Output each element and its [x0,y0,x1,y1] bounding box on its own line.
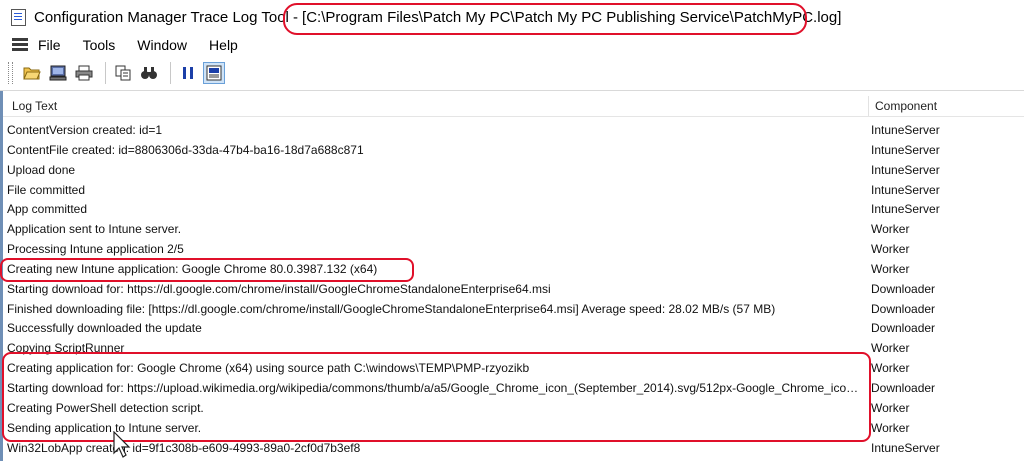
mouse-cursor-icon [113,431,131,458]
toolbar-separator [105,62,106,84]
log-row[interactable]: File committed IntuneServer [3,180,1024,200]
log-component: Downloader [871,281,936,296]
log-component: Downloader [871,380,936,395]
print-icon [75,65,93,81]
column-divider[interactable] [868,96,869,116]
log-file-icon [10,9,26,26]
column-header-component[interactable]: Component [875,99,937,113]
log-component: IntuneServer [871,182,940,197]
find-icon [141,67,157,79]
log-text: App committed [7,202,88,217]
open-button[interactable] [21,62,43,84]
open-server-button[interactable] [47,62,69,84]
log-component: IntuneServer [871,162,940,177]
log-row[interactable]: Successfully downloaded the update Downlo… [3,318,1024,338]
system-menu-icon[interactable] [12,38,28,52]
menu-help[interactable]: Help [207,37,240,53]
log-component: IntuneServer [871,202,940,217]
log-component: Worker [871,261,910,276]
log-text: ContentVersion created: id=1 [7,123,163,137]
open-icon [23,67,41,80]
log-text: Processing Intune application 2/5 [7,242,184,257]
pause-icon [183,67,193,79]
log-text: Application sent to Intune server. [7,222,182,237]
log-component: Worker [871,222,910,237]
details-pane-icon [206,65,222,81]
log-row[interactable]: Processing Intune application 2/5 Worker [3,239,1024,259]
log-component: Worker [871,420,910,435]
annotation-highlight-title [283,3,807,35]
menu-tools[interactable]: Tools [81,37,118,53]
annotation-highlight-block [2,352,871,442]
log-component: Worker [871,400,910,415]
menu-bar: File Tools Window Help [0,34,1024,56]
log-row[interactable]: Application sent to Intune server. Worker [3,219,1024,239]
log-text: Successfully downloaded the update [7,321,202,336]
copy-icon [115,65,131,81]
log-text: File committed [7,182,86,197]
window-title: Configuration Manager Trace Log Tool - [34,8,299,26]
log-component: Downloader [871,301,936,316]
find-button[interactable] [138,62,160,84]
toolbar-separator [170,62,171,84]
details-pane-button[interactable] [203,62,225,84]
log-row[interactable]: ContentVersion created: id=1 IntuneServer [3,120,1024,140]
pause-button[interactable] [177,62,199,84]
column-header-log-text[interactable]: Log Text [12,99,57,113]
toolbar-grip[interactable] [8,62,13,84]
log-row[interactable]: App committed IntuneServer [3,199,1024,219]
log-component: Worker [871,361,910,376]
copy-button[interactable] [112,62,134,84]
log-component: IntuneServer [871,142,940,157]
print-button[interactable] [73,62,95,84]
log-component: Downloader [871,321,936,336]
log-text: ContentFile created: id=8806306d-33da-47… [7,142,364,157]
log-text: Upload done [7,162,76,177]
log-component: Worker [871,242,910,257]
log-component: IntuneServer [871,123,940,137]
log-text: Win32LobApp created: id=9f1c308b-e609-49… [7,440,361,455]
log-text: Starting download for: https://dl.google… [7,281,551,296]
log-component: Worker [871,341,910,356]
menu-window[interactable]: Window [135,37,189,53]
list-header: Log Text Component [3,96,1024,117]
log-row[interactable]: Finished downloading file: [https://dl.g… [3,299,1024,319]
toolbar [0,56,1024,91]
log-row[interactable]: ContentFile created: id=8806306d-33da-47… [3,140,1024,160]
log-text: Finished downloading file: [https://dl.g… [7,301,776,316]
open-server-icon [49,65,67,81]
menu-file[interactable]: File [36,37,63,53]
log-component: IntuneServer [871,440,940,455]
log-row[interactable]: Upload done IntuneServer [3,160,1024,180]
annotation-highlight-row [0,258,414,282]
